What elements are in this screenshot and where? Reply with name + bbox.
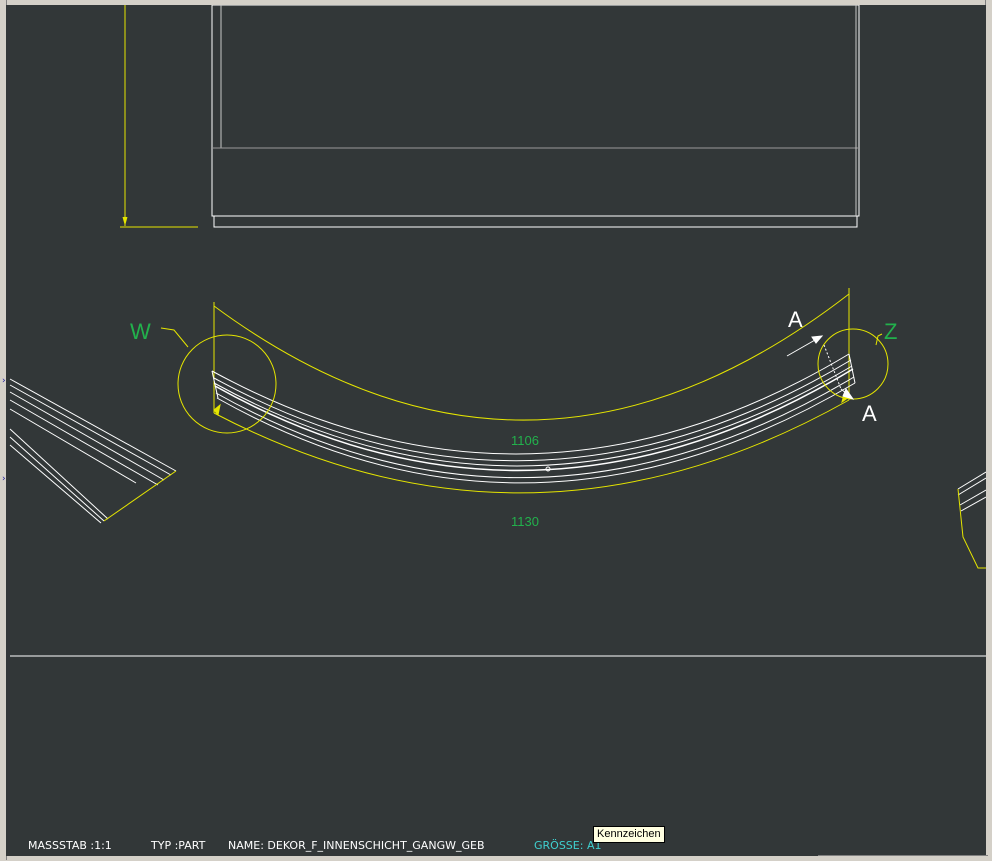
section-label-top: A xyxy=(788,307,803,332)
arc-dimension-lines xyxy=(213,288,850,494)
detail-label-w: W xyxy=(130,319,151,344)
detail-label-z: Z xyxy=(884,319,897,344)
tooltip: Kennzeichen xyxy=(593,826,665,843)
status-bar-edge xyxy=(818,855,988,861)
cad-drawing-canvas[interactable]: W Z A A 1106 1130 xyxy=(6,5,986,856)
inner-arc-dimension: 1106 xyxy=(511,433,539,448)
right-panel-splitter[interactable] xyxy=(985,0,992,860)
type-label: TYP :PART xyxy=(151,839,206,852)
outer-arc-dimension: 1130 xyxy=(511,514,539,529)
scale-label: MASSSTAB :1:1 xyxy=(28,839,112,852)
detail-leaders xyxy=(160,327,883,348)
name-label: NAME: DEKOR_F_INNENSCHICHT_GANGW_GEB xyxy=(228,839,485,852)
title-block: MASSSTAB :1:1 TYP :PART NAME: DEKOR_F_IN… xyxy=(28,839,601,855)
section-label-bottom: A xyxy=(862,401,877,426)
upper-left-dimension-line xyxy=(120,5,198,228)
cad-drawing-viewport[interactable]: W Z A A 1106 1130 xyxy=(6,5,986,856)
front-view-panel xyxy=(211,5,860,228)
bent-profile-part xyxy=(211,353,856,484)
left-partial-view xyxy=(9,378,177,524)
detail-circle-w xyxy=(177,334,277,434)
size-label: GRÖSSE: A1 xyxy=(534,839,602,852)
right-partial-view xyxy=(957,471,986,569)
